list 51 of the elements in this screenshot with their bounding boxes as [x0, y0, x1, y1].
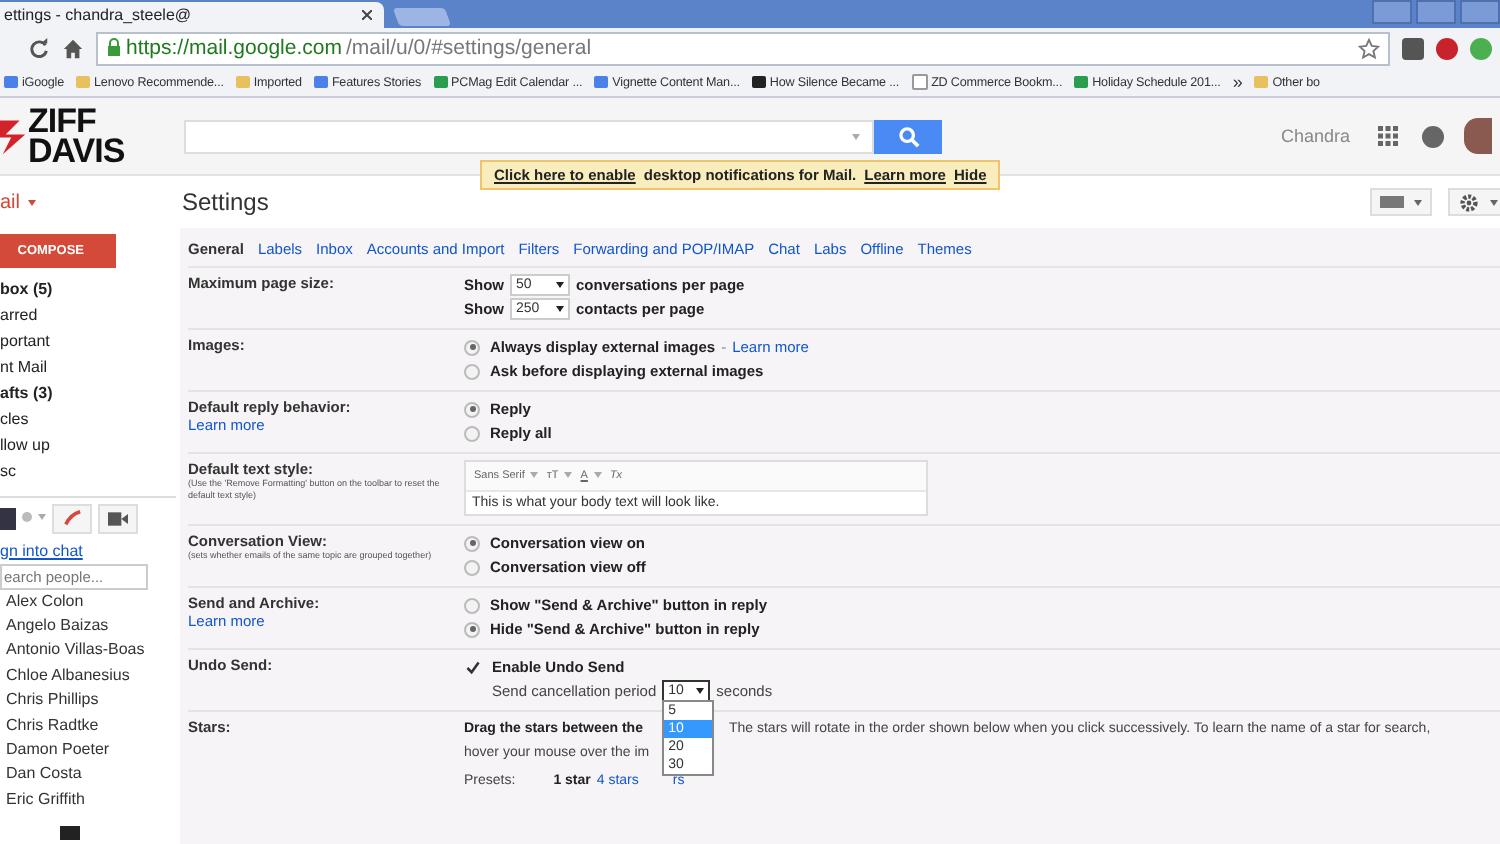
folder-link[interactable]: nt Mail [0, 358, 176, 379]
radio-button[interactable] [464, 401, 480, 417]
radio-button[interactable] [464, 339, 480, 355]
search-icon [897, 125, 919, 147]
caret-icon [852, 133, 860, 139]
sign-in-chat-link[interactable]: gn into chat [0, 541, 176, 559]
radio-button[interactable] [464, 363, 480, 379]
contact-name[interactable]: Antonio Villas-Boas [0, 638, 176, 664]
address-bar[interactable]: https://mail.google.com /mail/u/0/#settings/general [96, 31, 1390, 65]
more-bookmarks-button[interactable]: » [1232, 72, 1243, 92]
apps-grid-icon[interactable] [1378, 126, 1398, 146]
home-icon[interactable] [62, 37, 84, 59]
gear-icon [1458, 191, 1480, 213]
radio-button[interactable] [464, 621, 480, 637]
contact-name[interactable]: Eric Griffith [0, 787, 176, 813]
folder-link[interactable]: sc [0, 462, 176, 483]
folder-link[interactable]: cles [0, 410, 176, 431]
folder-link[interactable]: box (5) [0, 280, 176, 301]
radio-button[interactable] [464, 597, 480, 613]
radio-button[interactable] [464, 559, 480, 575]
checkbox[interactable] [464, 658, 482, 676]
settings-button[interactable] [1448, 188, 1500, 216]
radio-button[interactable] [464, 535, 480, 551]
contact-name[interactable]: Angelo Baizas [0, 613, 176, 639]
folder-link[interactable]: afts (3) [0, 384, 176, 405]
mail-menu[interactable]: ail [0, 192, 21, 214]
contact-name[interactable]: Dan Costa [0, 762, 176, 788]
folder-link[interactable]: arred [0, 306, 176, 327]
contact-name[interactable]: Chloe Albanesius [0, 663, 176, 689]
contact-name[interactable]: Chris Phillips [0, 688, 176, 714]
avatar[interactable] [1464, 118, 1492, 154]
search-field[interactable] [184, 119, 874, 153]
folder-link[interactable]: portant [0, 332, 176, 353]
video-icon[interactable] [98, 503, 138, 533]
contact-name[interactable]: Damon Poeter [0, 737, 176, 763]
radio-button[interactable] [464, 425, 480, 441]
contact-name[interactable]: Alex Colon [0, 589, 176, 614]
settings-title: Settings [182, 188, 269, 216]
caret-icon [28, 200, 37, 206]
browser-tab[interactable]: ettings - chandra_steele@ [0, 2, 384, 28]
folder-link[interactable]: llow up [0, 436, 176, 457]
search-button[interactable] [874, 119, 942, 153]
close-icon[interactable] [362, 10, 372, 20]
reload-icon[interactable] [28, 37, 50, 59]
input-tools-button[interactable] [1370, 188, 1432, 216]
avatar [0, 507, 16, 529]
phone-icon[interactable] [52, 503, 92, 533]
logo-text: ZIFF [28, 106, 96, 136]
contact-name[interactable]: Chris Radtke [0, 713, 176, 738]
notifications-icon[interactable] [1422, 125, 1444, 147]
logo-text: DAVIS [28, 136, 125, 166]
